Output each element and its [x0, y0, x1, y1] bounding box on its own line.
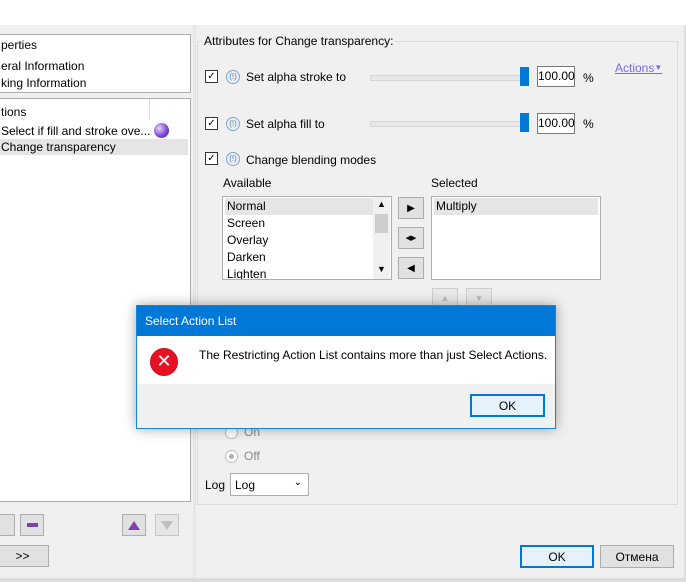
error-dialog: Select Action List ✕ The Restricting Act…: [136, 305, 556, 429]
triangle-up-icon: [128, 520, 140, 530]
move-up-button[interactable]: [122, 514, 146, 536]
cancel-button-label: Отмена: [615, 549, 659, 564]
window-bottom-edge: [0, 578, 686, 582]
tree-divider: [149, 99, 150, 119]
dialog-footer: OK: [137, 384, 555, 428]
cancel-button[interactable]: Отмена: [600, 545, 674, 568]
attributes-group-title: Attributes for Change transparency:: [202, 34, 396, 48]
stroke-label: Set alpha stroke to: [246, 70, 347, 84]
remove-selected-button[interactable]: ◀: [398, 257, 424, 279]
scroll-thumb[interactable]: [375, 214, 388, 233]
radio-dot: [229, 454, 234, 459]
dialog-message: The Restricting Action List contains mor…: [199, 348, 548, 362]
info-icon: (!): [226, 117, 240, 131]
dialog-ok-button[interactable]: OK: [470, 394, 545, 417]
move-down-button[interactable]: [155, 514, 179, 536]
selected-list[interactable]: Multiply: [431, 196, 601, 280]
dialog-ok-label: OK: [498, 398, 517, 413]
tree-item-select-if-fill[interactable]: Select if fill and stroke ove...: [1, 122, 186, 139]
tree-item[interactable]: eral Information: [1, 59, 84, 73]
expand-button[interactable]: >>: [0, 545, 49, 567]
arrow-right-icon: ▶: [407, 202, 415, 214]
info-icon: (!): [226, 152, 240, 166]
tree-item[interactable]: perties: [1, 38, 37, 52]
stroke-slider-thumb[interactable]: [520, 67, 529, 86]
remove-button[interactable]: [20, 514, 44, 536]
dialog-title: Select Action List: [145, 314, 237, 328]
fill-label: Set alpha fill to: [246, 117, 325, 131]
tree-item-label: Select if fill and stroke ove...: [1, 124, 151, 138]
splitter[interactable]: [193, 25, 196, 580]
blending-checkbox[interactable]: ✓: [205, 152, 218, 165]
fill-alpha-input[interactable]: 100.00: [537, 113, 575, 134]
scroll-up-icon[interactable]: ▲: [377, 199, 386, 209]
error-icon: ✕: [150, 348, 178, 376]
tree-item-label: Change transparency: [1, 140, 116, 154]
stroke-alpha-input[interactable]: 100.00: [537, 66, 575, 87]
fill-unit: %: [583, 117, 594, 131]
log-select[interactable]: Log ⌄: [230, 473, 309, 496]
available-list[interactable]: Normal Screen Overlay Darken Lighten ▲ ▼: [222, 196, 392, 280]
fill-checkbox[interactable]: ✓: [205, 117, 218, 130]
properties-tree[interactable]: perties eral Information king Informatio…: [0, 34, 191, 93]
tree-item[interactable]: tions: [1, 105, 26, 119]
arrow-both-icon: ◀▶: [405, 235, 417, 242]
available-label: Available: [223, 176, 272, 190]
chevron-down-icon: ⌄: [293, 477, 302, 488]
list-scrollbar[interactable]: ▲ ▼: [373, 197, 390, 279]
dropdown-arrow-icon: ▼: [654, 63, 663, 72]
stroke-checkbox[interactable]: ✓: [205, 70, 218, 83]
fill-slider-thumb[interactable]: [520, 113, 529, 132]
selected-label: Selected: [431, 176, 478, 190]
list-item[interactable]: Darken: [227, 249, 266, 266]
list-item[interactable]: Multiply: [434, 198, 598, 215]
window-top-area: [0, 0, 686, 25]
arrow-left-icon: ◀: [407, 262, 415, 274]
add-button[interactable]: ▶: [398, 197, 424, 219]
dialog-title-bar: Select Action List: [137, 306, 555, 336]
blending-label: Change blending modes: [246, 153, 377, 167]
purple-sphere-icon: [154, 123, 169, 138]
minus-icon: [26, 523, 38, 527]
actions-tree[interactable]: tions Select if fill and stroke ove... C…: [0, 98, 191, 502]
scroll-down-icon[interactable]: ▼: [377, 264, 386, 274]
info-icon: (!): [226, 70, 240, 84]
off-radio-label: Off: [244, 449, 260, 463]
tree-item[interactable]: king Information: [1, 76, 86, 90]
ok-button-label: OK: [548, 549, 566, 564]
list-item[interactable]: Lighten: [227, 266, 266, 279]
list-item[interactable]: Screen: [227, 215, 265, 232]
log-select-value: Log: [235, 478, 256, 492]
triangle-down-icon: [161, 520, 173, 530]
actions-link-label: Actions: [615, 61, 655, 75]
triangle-up-icon: ▲: [440, 293, 450, 303]
swap-button[interactable]: ◀▶: [398, 227, 424, 249]
fill-alpha-slider[interactable]: [370, 121, 528, 127]
stroke-unit: %: [583, 71, 594, 85]
actions-link[interactable]: Actions▼: [615, 61, 662, 75]
partial-button[interactable]: [0, 514, 15, 536]
list-item[interactable]: Normal: [225, 198, 373, 215]
log-label: Log: [205, 478, 226, 492]
expand-button-label: >>: [15, 549, 30, 563]
stroke-alpha-slider[interactable]: [370, 75, 528, 81]
triangle-down-icon: ▼: [474, 293, 484, 303]
list-item[interactable]: Overlay: [227, 232, 268, 249]
ok-button[interactable]: OK: [520, 545, 594, 568]
tree-item-change-transparency[interactable]: Change transparency: [0, 139, 188, 155]
off-radio[interactable]: [225, 450, 238, 463]
